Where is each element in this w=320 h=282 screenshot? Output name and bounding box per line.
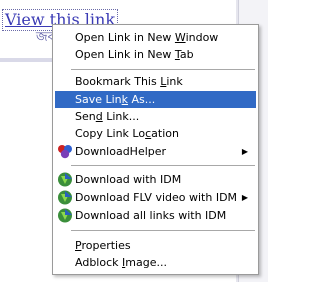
download-flv-video-with-idm-item[interactable]: Download FLV video with IDM ▶ (55, 189, 256, 206)
download-all-links-with-idm-item[interactable]: Download all links with IDM (55, 207, 256, 224)
idm-icon (57, 190, 73, 205)
idm-icon (57, 208, 73, 223)
submenu-arrow-icon: ▶ (241, 193, 248, 202)
send-link-item[interactable]: Send Link... (55, 108, 256, 125)
menu-item-label: Properties (75, 239, 131, 252)
adblock-image-item[interactable]: Adblock Image... (55, 254, 256, 271)
open-link-new-window-item[interactable]: Open Link in New Window (55, 29, 256, 46)
menu-item-label: Copy Link Location (75, 127, 179, 140)
submenu-arrow-icon: ▶ (241, 147, 248, 156)
menu-item-label: Download with IDM (75, 173, 182, 186)
idm-icon (57, 172, 73, 187)
bookmark-this-link-item[interactable]: Bookmark This Link (55, 73, 256, 90)
open-link-new-tab-item[interactable]: Open Link in New Tab (55, 46, 256, 63)
menu-item-label: Save Link As... (75, 93, 156, 106)
menu-separator (71, 165, 255, 166)
link-context-menu: Open Link in New Window Open Link in New… (52, 24, 259, 275)
menu-item-label: DownloadHelper (75, 145, 167, 158)
menu-item-label: Adblock Image... (75, 256, 167, 269)
downloadhelper-icon (57, 144, 73, 159)
downloadhelper-item[interactable]: DownloadHelper ▶ (55, 143, 256, 160)
save-link-as-item[interactable]: Save Link As... (55, 91, 256, 108)
menu-separator (71, 230, 255, 231)
menu-item-label: Download FLV video with IDM (75, 191, 238, 204)
menu-separator (71, 69, 255, 70)
menu-item-label: Open Link in New Tab (75, 48, 194, 61)
download-with-idm-item[interactable]: Download with IDM (55, 171, 256, 188)
menu-item-label: Bookmark This Link (75, 75, 183, 88)
menu-item-label: Open Link in New Window (75, 31, 219, 44)
menu-item-label: Download all links with IDM (75, 209, 227, 222)
properties-item[interactable]: Properties (55, 237, 256, 254)
menu-item-label: Send Link... (75, 110, 140, 123)
copy-link-location-item[interactable]: Copy Link Location (55, 125, 256, 142)
